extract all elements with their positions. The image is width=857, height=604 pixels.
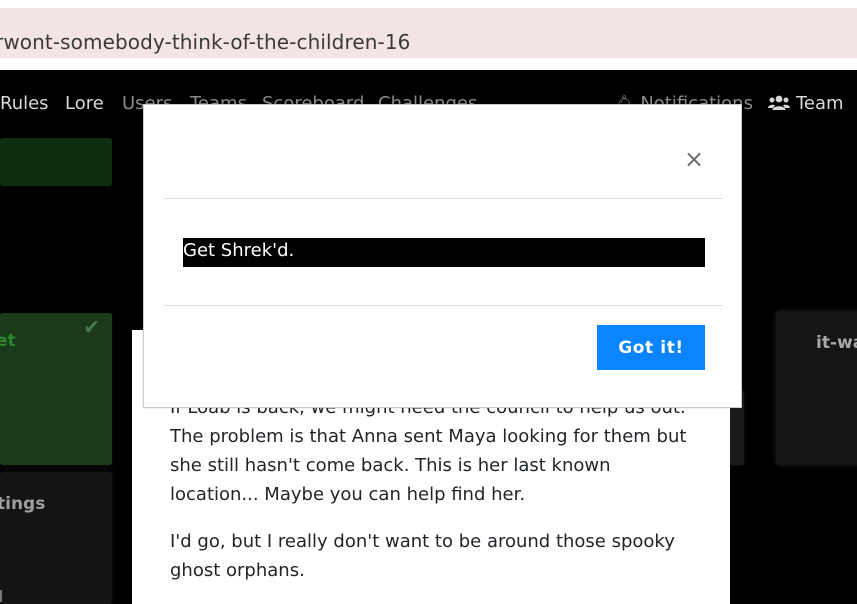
nav-lore[interactable]: Lore xyxy=(65,93,104,114)
challenge-description: If Loab is back, we might need the counc… xyxy=(170,397,687,505)
got-it-button[interactable]: Got it! xyxy=(597,325,705,370)
address-bar-text[interactable]: rwont-somebody-think-of-the-children-16 xyxy=(0,30,411,54)
nav-rules[interactable]: Rules xyxy=(0,93,49,114)
browser-top: rwont-somebody-think-of-the-children-16 xyxy=(0,0,857,70)
modal-divider xyxy=(164,198,723,199)
close-icon[interactable]: × xyxy=(684,145,704,173)
nav-team[interactable]: Team xyxy=(768,93,844,114)
challenge-card-title: it-wa xyxy=(816,333,857,353)
nav-team-label: Team xyxy=(796,93,844,114)
users-icon xyxy=(768,94,790,113)
hint-text: Get Shrek'd. xyxy=(183,240,295,261)
challenge-card-title: tings xyxy=(0,494,46,514)
challenge-card-title: et xyxy=(0,331,16,351)
check-icon: ✔ xyxy=(83,315,100,339)
challenge-card[interactable]: it-wa xyxy=(776,311,857,465)
modal-divider xyxy=(164,305,723,306)
challenge-card[interactable]: tings xyxy=(0,472,112,604)
challenge-card-solved[interactable]: et ✔ xyxy=(0,313,112,465)
hint-modal: × Get Shrek'd. Got it! xyxy=(143,104,742,408)
address-bar[interactable]: rwont-somebody-think-of-the-children-16 xyxy=(0,8,857,58)
solved-banner xyxy=(0,138,112,186)
hint-content: Get Shrek'd. xyxy=(183,238,705,267)
challenge-description-continued: I'd go, but I really don't want to be ar… xyxy=(170,531,675,581)
card-marker xyxy=(0,590,2,602)
